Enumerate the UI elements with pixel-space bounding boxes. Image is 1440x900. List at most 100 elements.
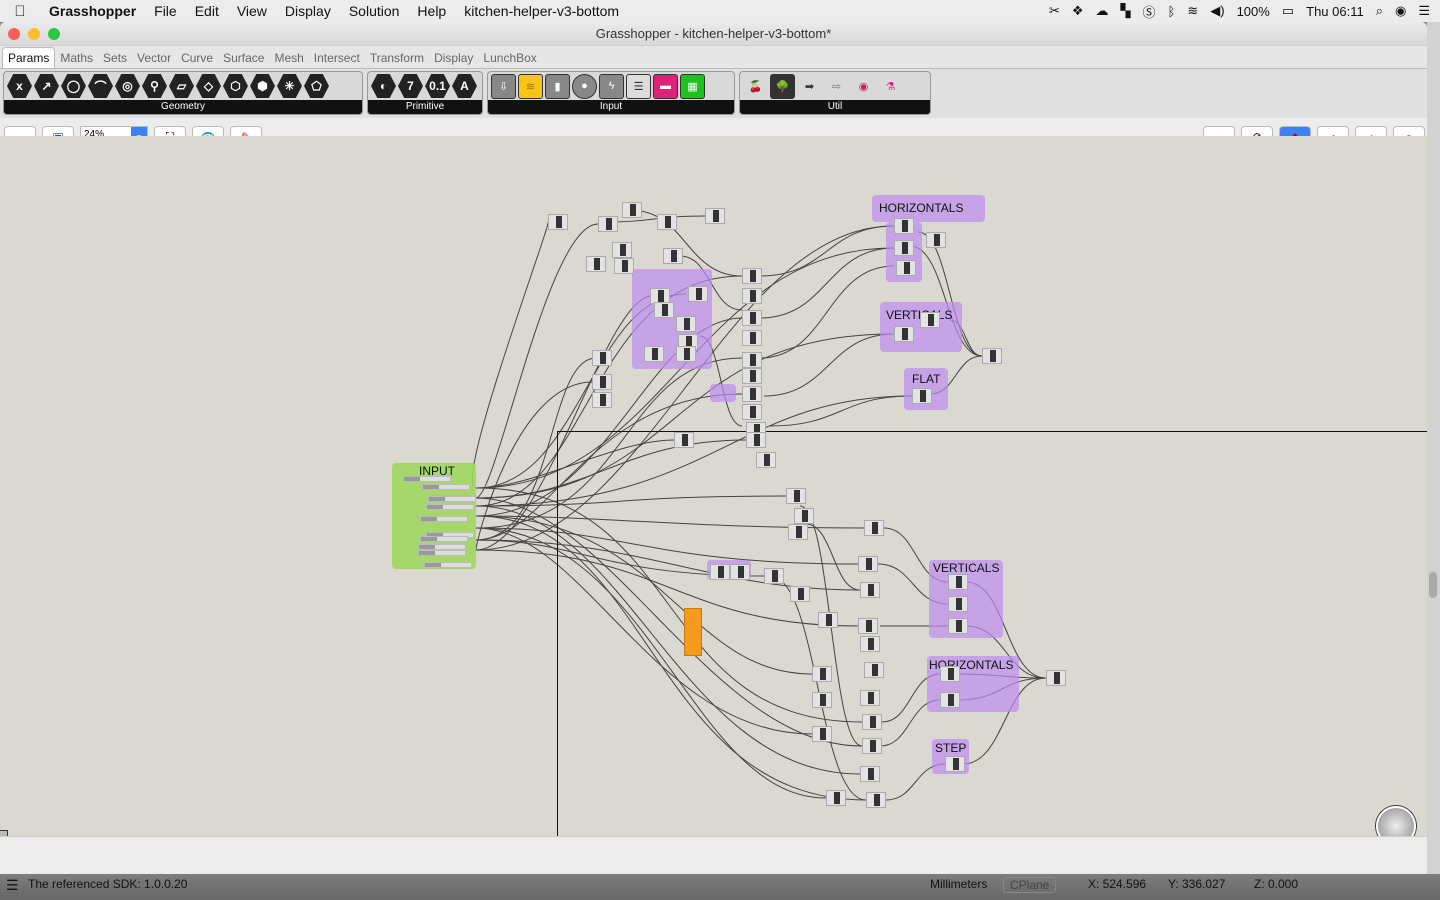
- param-component[interactable]: [786, 488, 806, 504]
- param-component[interactable]: [812, 726, 832, 742]
- text-param-icon[interactable]: A: [452, 74, 477, 98]
- menu-help[interactable]: Help: [408, 3, 455, 19]
- spotlight-icon[interactable]: ⌕: [1376, 3, 1383, 19]
- number-slider[interactable]: [403, 476, 451, 482]
- line-param-icon[interactable]: ⚲: [142, 74, 167, 98]
- tab-mesh[interactable]: Mesh: [269, 48, 308, 68]
- param-component[interactable]: [860, 582, 880, 598]
- tab-surface[interactable]: Surface: [218, 48, 269, 68]
- geometry-param-icon[interactable]: x: [7, 74, 32, 98]
- panel-label-input[interactable]: Input: [488, 100, 734, 114]
- param-component[interactable]: [592, 374, 612, 390]
- number-slider[interactable]: [426, 504, 474, 510]
- panel-label-geometry[interactable]: Geometry: [4, 100, 362, 114]
- siri-icon[interactable]: ◉: [1395, 3, 1406, 19]
- param-component[interactable]: [676, 316, 696, 332]
- orange-panel-component[interactable]: [684, 608, 702, 656]
- tab-params[interactable]: Params: [2, 47, 56, 68]
- param-component[interactable]: [592, 350, 612, 366]
- panel-label-util[interactable]: Util: [740, 100, 930, 114]
- param-component[interactable]: [912, 388, 932, 404]
- param-component[interactable]: [940, 692, 960, 708]
- param-component[interactable]: [676, 346, 696, 362]
- param-component[interactable]: [622, 202, 642, 218]
- s-icon[interactable]: Ⓢ: [1143, 2, 1156, 21]
- param-component[interactable]: [948, 618, 968, 634]
- menu-grasshopper[interactable]: Grasshopper: [40, 3, 145, 19]
- circle-param-icon[interactable]: ◯: [61, 74, 86, 98]
- param-component[interactable]: [860, 766, 880, 782]
- plane-param-icon[interactable]: ▱: [169, 74, 194, 98]
- data-dam-icon[interactable]: ➡: [797, 74, 822, 99]
- param-component[interactable]: [756, 452, 776, 468]
- param-component[interactable]: [742, 330, 762, 346]
- menu-file[interactable]: File: [145, 3, 186, 19]
- panel-label-primitive[interactable]: Primitive: [368, 100, 482, 114]
- param-component[interactable]: [926, 232, 946, 248]
- mesh-param-icon[interactable]: ✳: [277, 74, 302, 98]
- menu-lines-icon[interactable]: ☰: [6, 877, 19, 894]
- param-component[interactable]: [948, 574, 968, 590]
- button-icon[interactable]: ●: [572, 73, 597, 99]
- tab-lunchbox[interactable]: LunchBox: [478, 48, 541, 68]
- param-component[interactable]: [894, 218, 914, 234]
- param-component[interactable]: [866, 792, 886, 808]
- surface-param-icon[interactable]: ⬠: [304, 74, 329, 98]
- grasshopper-canvas[interactable]: INPUT HORIZONTALS VERTICALS FLAT VERTICA…: [0, 136, 1427, 836]
- number-slider[interactable]: [428, 496, 476, 502]
- apple-menu-icon[interactable]: : [0, 3, 40, 20]
- number-slider[interactable]: [420, 516, 468, 522]
- app-icon[interactable]: ▚: [1121, 3, 1131, 19]
- param-component[interactable]: [614, 258, 634, 274]
- param-component[interactable]: [858, 556, 878, 572]
- tab-sets[interactable]: Sets: [98, 48, 132, 68]
- param-component[interactable]: [818, 612, 838, 628]
- param-component[interactable]: [548, 214, 568, 230]
- param-component[interactable]: [862, 738, 882, 754]
- number-param-icon[interactable]: 0.1: [425, 74, 450, 98]
- menu-edit[interactable]: Edit: [186, 3, 228, 19]
- param-component[interactable]: [812, 666, 832, 682]
- cplane-select[interactable]: CPlane: [1003, 877, 1057, 893]
- data-input-icon[interactable]: ⇩: [491, 73, 516, 99]
- minimize-window-button[interactable]: [28, 28, 40, 40]
- control-knob-icon[interactable]: ϟ: [599, 73, 624, 99]
- bluetooth-icon[interactable]: ᛒ: [1168, 4, 1176, 19]
- param-component[interactable]: [812, 692, 832, 708]
- close-window-button[interactable]: [8, 28, 20, 40]
- param-component[interactable]: [945, 756, 965, 772]
- param-component[interactable]: [730, 564, 750, 580]
- param-component[interactable]: [742, 404, 762, 420]
- integer-param-icon[interactable]: 7: [398, 74, 423, 98]
- number-slider[interactable]: [418, 550, 466, 556]
- tree-icon[interactable]: 🌳: [770, 73, 795, 99]
- number-slider[interactable]: [420, 536, 468, 542]
- param-component[interactable]: [710, 564, 730, 580]
- param-component[interactable]: [705, 208, 725, 224]
- notification-center-icon[interactable]: ☰: [1418, 3, 1430, 19]
- param-component[interactable]: [858, 618, 878, 634]
- param-component[interactable]: [864, 520, 884, 536]
- side-scrollbar[interactable]: [1429, 572, 1437, 598]
- param-component[interactable]: [764, 568, 784, 584]
- boolean-param-icon[interactable]: ◐: [371, 74, 396, 98]
- param-component[interactable]: [982, 348, 1002, 364]
- units-label[interactable]: Millimeters: [930, 877, 987, 891]
- param-component[interactable]: [788, 524, 808, 540]
- zoom-window-button[interactable]: [48, 28, 60, 40]
- param-component[interactable]: [864, 662, 884, 678]
- tab-display[interactable]: Display: [429, 48, 478, 68]
- param-component[interactable]: [948, 596, 968, 612]
- param-component[interactable]: [920, 312, 940, 328]
- param-component[interactable]: [940, 666, 960, 682]
- brep-param-icon[interactable]: ⬢: [250, 74, 275, 98]
- toggle-icon[interactable]: ▮: [545, 73, 570, 99]
- wifi-icon[interactable]: ≋: [1187, 3, 1198, 19]
- battery-percent[interactable]: 100%: [1237, 4, 1270, 19]
- param-component[interactable]: [790, 586, 810, 602]
- group-unnamed-tiny[interactable]: [710, 384, 736, 402]
- relay-icon[interactable]: ⇨: [824, 74, 849, 99]
- tab-maths[interactable]: Maths: [55, 48, 98, 68]
- swatch-icon[interactable]: ▦: [680, 73, 705, 99]
- number-slider[interactable]: [422, 484, 470, 490]
